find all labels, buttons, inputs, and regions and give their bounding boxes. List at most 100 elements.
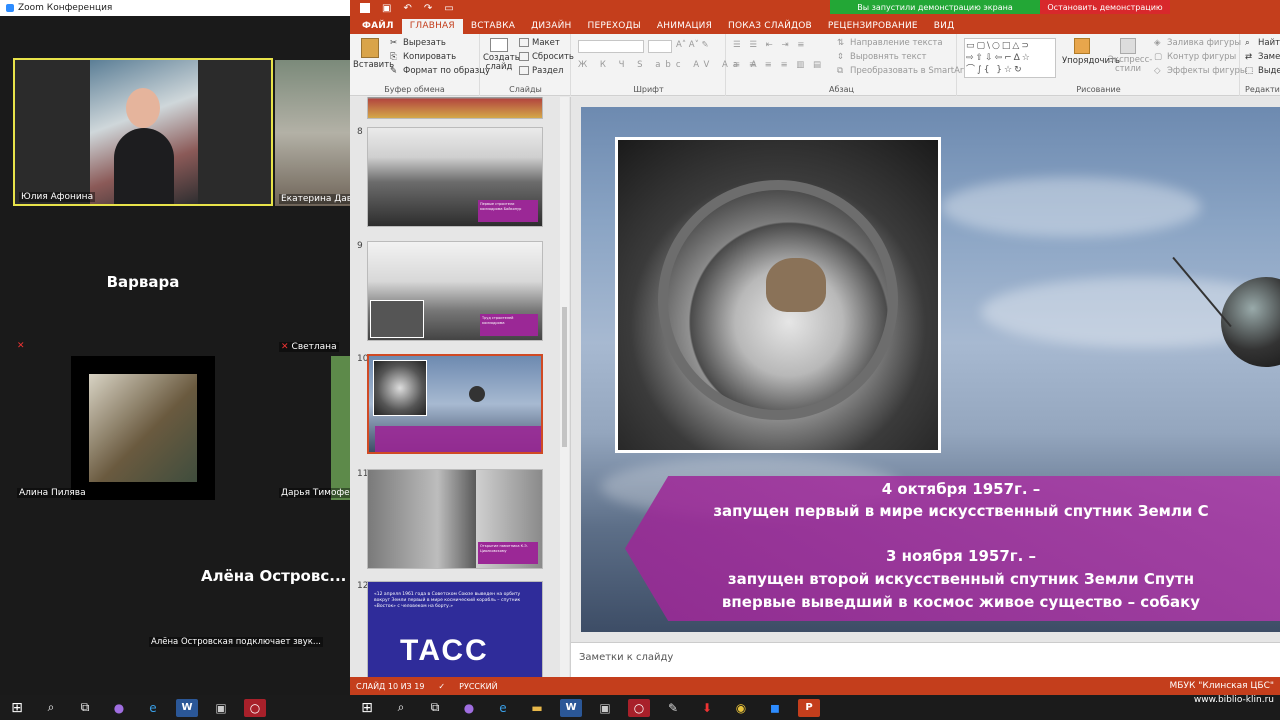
edge-icon[interactable]: e bbox=[492, 699, 514, 717]
dog-shape bbox=[766, 258, 826, 312]
word-icon[interactable]: W bbox=[560, 698, 582, 717]
ribbon-tabs: ФАЙЛ ГЛАВНАЯ ВСТАВКА ДИЗАЙН ПЕРЕХОДЫ АНИ… bbox=[350, 16, 1280, 34]
effects-icon: ◇ bbox=[1154, 66, 1161, 76]
shape-outline-button[interactable]: ▢ Контур фигуры bbox=[1154, 52, 1236, 62]
participant-video bbox=[71, 356, 215, 500]
windows-start-icon[interactable]: ⊞ bbox=[6, 699, 28, 717]
tab-file[interactable]: ФАЙЛ bbox=[354, 19, 402, 34]
chrome-icon[interactable]: ◉ bbox=[730, 699, 752, 717]
app-icon[interactable]: ✎ bbox=[662, 699, 684, 717]
search-icon[interactable]: ⌕ bbox=[390, 699, 412, 717]
participant-tile[interactable]: Алина Пилява bbox=[13, 356, 273, 500]
list-buttons[interactable]: ☰ ☰ ⇤ ⇥ ≡ bbox=[733, 40, 807, 50]
align-text-button[interactable]: ⇕ Выровнять текст bbox=[837, 52, 926, 62]
slide-editor[interactable]: 4 октября 1957г. – запущен первый в мире… bbox=[571, 97, 1280, 642]
participant-tile[interactable]: Варвара ✕ bbox=[13, 210, 273, 354]
stop-share-button[interactable]: Остановить демонстрацию bbox=[1040, 0, 1170, 14]
arrange-button[interactable]: Упорядочить bbox=[1062, 38, 1120, 66]
participant-name: Юлия Афонина bbox=[19, 192, 96, 202]
redo-icon[interactable]: ↷ bbox=[424, 3, 432, 14]
tab-view[interactable]: ВИД bbox=[926, 19, 963, 34]
align-buttons[interactable]: ≡ ≡ ≡ ≡ ▥ ▤ bbox=[733, 60, 824, 70]
zoom-logo-icon bbox=[6, 4, 14, 12]
laika-photo[interactable] bbox=[615, 137, 941, 453]
select-button[interactable]: ⬚Выделить bbox=[1245, 66, 1280, 76]
spellcheck-icon[interactable]: ✓ bbox=[438, 682, 445, 691]
text-direction-button[interactable]: ⇅ Направление текста bbox=[837, 38, 943, 48]
participant-tile[interactable]: Юлия Афонина bbox=[13, 58, 273, 206]
select-icon: ⬚ bbox=[1245, 66, 1254, 76]
participant-tile[interactable]: ✕ Светлана bbox=[275, 210, 350, 354]
slide-counter: СЛАЙД 10 ИЗ 19 bbox=[356, 681, 425, 691]
tab-insert[interactable]: ВСТАВКА bbox=[463, 19, 523, 34]
slide-thumbnail[interactable]: «12 апреля 1961 года в Советском Союзе в… bbox=[367, 581, 543, 677]
font-size-select[interactable] bbox=[648, 40, 672, 53]
explorer-icon[interactable]: ▬ bbox=[526, 699, 548, 717]
thumbnail-scrollbar[interactable] bbox=[560, 97, 569, 677]
scrollbar-thumb[interactable] bbox=[562, 307, 567, 447]
group-label: Редактирование bbox=[1245, 85, 1280, 94]
tab-transitions[interactable]: ПЕРЕХОДЫ bbox=[580, 19, 649, 34]
edge-icon[interactable]: e bbox=[142, 699, 164, 717]
participant-display-name: Алёна Островс... bbox=[201, 567, 347, 585]
shape-fill-button[interactable]: ◈ Заливка фигуры bbox=[1154, 38, 1241, 48]
participant-name: Алина Пилява bbox=[17, 488, 88, 498]
tab-design[interactable]: ДИЗАЙН bbox=[523, 19, 579, 34]
find-button[interactable]: ⌕Найти bbox=[1245, 38, 1280, 48]
undo-icon[interactable]: ↶ bbox=[403, 3, 411, 14]
slide-thumbnail[interactable]: Открытие памятника К.Э. Циолковскому bbox=[367, 469, 543, 569]
store-icon[interactable]: ▣ bbox=[210, 699, 232, 717]
opera-icon[interactable]: ○ bbox=[244, 698, 266, 717]
format-painter-button[interactable]: ✎ Формат по образцу bbox=[390, 66, 490, 76]
slide-thumbnail[interactable]: Труд строителей космодрома bbox=[367, 241, 543, 341]
smartart-button[interactable]: ⧉ Преобразовать в SmartArt bbox=[837, 66, 967, 76]
slide-thumbnail-pane[interactable]: 8 Первые строители космодрома Байконур 9… bbox=[350, 97, 571, 677]
slide-notes[interactable]: Заметки к слайду bbox=[571, 642, 1280, 677]
slide-thumbnail-selected[interactable] bbox=[367, 354, 543, 454]
download-icon[interactable]: ⬇ bbox=[696, 699, 718, 717]
thumbnail-caption: Открытие памятника К.Э. Циолковскому bbox=[478, 542, 538, 564]
participant-tile[interactable]: Алёна Островс... Алёна Островская подклю… bbox=[145, 503, 350, 649]
cut-button[interactable]: ✂ Вырезать bbox=[390, 38, 446, 48]
font-size-controls[interactable]: A˄ A˅ ✎ bbox=[676, 40, 709, 50]
tab-slideshow[interactable]: ПОКАЗ СЛАЙДОВ bbox=[720, 19, 820, 34]
tass-logo: ТАСС bbox=[400, 634, 489, 667]
slide-thumbnail[interactable] bbox=[367, 97, 543, 119]
replace-button[interactable]: ⇄Заменить bbox=[1245, 52, 1280, 62]
start-presentation-icon[interactable]: ▭ bbox=[444, 3, 453, 14]
tab-review[interactable]: РЕЦЕНЗИРОВАНИЕ bbox=[820, 19, 926, 34]
font-name-select[interactable] bbox=[578, 40, 644, 53]
tab-home[interactable]: ГЛАВНАЯ bbox=[401, 19, 463, 34]
language-indicator[interactable]: РУССКИЙ bbox=[459, 682, 498, 691]
browser-icon[interactable]: ● bbox=[458, 699, 480, 717]
save-icon[interactable]: ▣ bbox=[382, 3, 391, 14]
word-icon[interactable]: W bbox=[176, 698, 198, 717]
quick-styles-button[interactable]: Экспресс-стили bbox=[1108, 38, 1152, 75]
paste-button[interactable]: Вставить bbox=[353, 38, 394, 70]
tab-animations[interactable]: АНИМАЦИЯ bbox=[649, 19, 720, 34]
screen-share-banner: Вы запустили демонстрацию экрана Останов… bbox=[830, 0, 1170, 14]
reset-button[interactable]: Сбросить bbox=[519, 52, 574, 62]
group-label: Шрифт bbox=[633, 85, 664, 94]
store-icon[interactable]: ▣ bbox=[594, 699, 616, 717]
participant-tile[interactable]: Екатерина Давыдова bbox=[275, 60, 350, 206]
task-view-icon[interactable]: ⧉ bbox=[424, 699, 446, 717]
zoom-icon[interactable]: ◼ bbox=[764, 699, 786, 717]
participant-display-name: Варвара bbox=[106, 273, 180, 291]
section-button[interactable]: Раздел bbox=[519, 66, 563, 76]
powerpoint-icon[interactable]: P bbox=[798, 698, 820, 717]
browser-icon[interactable]: ● bbox=[108, 699, 130, 717]
opera-icon[interactable]: ○ bbox=[628, 698, 650, 717]
new-slide-button[interactable]: Создать слайд bbox=[483, 38, 520, 73]
participant-tile[interactable]: Дарья Тимофеева bbox=[275, 356, 350, 500]
search-icon[interactable]: ⌕ bbox=[40, 699, 62, 717]
shape-effects-button[interactable]: ◇ Эффекты фигуры bbox=[1154, 66, 1247, 76]
slide-canvas[interactable]: 4 октября 1957г. – запущен первый в мире… bbox=[581, 107, 1280, 632]
ribbon: Вставить ✂ Вырезать ⎘ Копировать ✎ Формат п… bbox=[350, 34, 1280, 96]
layout-button[interactable]: Макет bbox=[519, 38, 560, 48]
shapes-gallery[interactable]: ▭▢\○□△⊃ ⇨⇧⇩⇦⌐∆☆ ⌒∫{ }☆↻ bbox=[964, 38, 1056, 78]
windows-start-icon[interactable]: ⊞ bbox=[356, 699, 378, 717]
slide-thumbnail[interactable]: Первые строители космодрома Байконур bbox=[367, 127, 543, 227]
task-view-icon[interactable]: ⧉ bbox=[74, 699, 96, 717]
copy-button[interactable]: ⎘ Копировать bbox=[390, 52, 456, 62]
